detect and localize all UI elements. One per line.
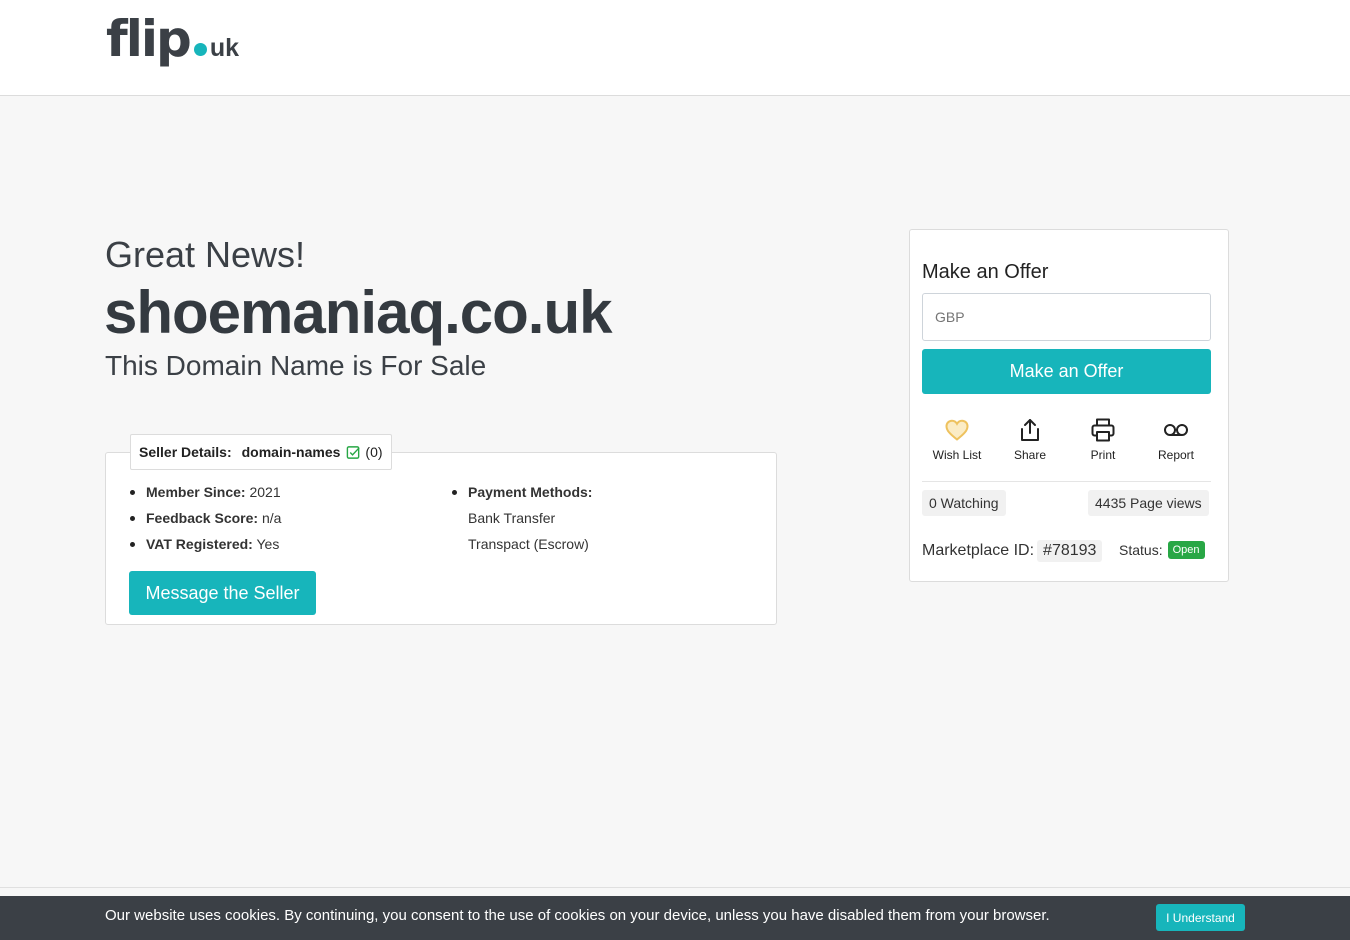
seller-details-tab: Seller Details: domain-names (0) — [130, 434, 392, 470]
fact-key: Feedback Score: — [146, 510, 259, 526]
wish-list-button[interactable]: Wish List — [922, 416, 992, 462]
fact-value: Yes — [256, 536, 280, 552]
payment-method: Bank Transfer — [468, 510, 556, 526]
heart-icon — [922, 416, 992, 444]
seller-name[interactable]: domain-names — [242, 444, 341, 460]
accept-cookies-button[interactable]: I Understand — [1156, 904, 1245, 931]
marketplace-id-row: Marketplace ID: #78193 — [922, 540, 1103, 562]
make-offer-button[interactable]: Make an Offer — [922, 349, 1211, 394]
footer-divider — [0, 887, 1350, 888]
logo-tld: uk — [209, 34, 240, 62]
action-label: Report — [1157, 448, 1195, 462]
status-label: Status: — [1119, 542, 1163, 558]
print-button[interactable]: Print — [1068, 416, 1138, 462]
offer-amount-input[interactable] — [922, 293, 1211, 341]
seller-facts-list: Member Since: 2021 Feedback Score: n/a V… — [129, 479, 281, 557]
flip-logo[interactable]: flip uk — [106, 14, 239, 64]
fact-key: VAT Registered: — [146, 536, 253, 552]
payment-method: Transpact (Escrow) — [468, 536, 589, 552]
cookie-message: Our website uses cookies. By continuing,… — [105, 907, 1050, 924]
action-label: Share — [1013, 448, 1047, 462]
hero-kicker: Great News! — [105, 234, 306, 275]
page-views-count: 4435 Page views — [1088, 490, 1209, 516]
voicemail-icon — [1141, 416, 1211, 444]
list-item: Feedback Score: n/a — [129, 505, 281, 531]
action-label: Wish List — [932, 448, 982, 462]
fact-value: 2021 — [249, 484, 281, 500]
marketplace-label: Marketplace ID: — [922, 542, 1035, 559]
seller-details-label: Seller Details: — [139, 444, 232, 460]
fact-value: n/a — [261, 510, 282, 526]
report-button[interactable]: Report — [1141, 416, 1211, 462]
offer-divider — [922, 481, 1211, 482]
check-square-icon — [346, 445, 361, 460]
domain-title: shoemaniaq.co.uk — [104, 279, 612, 346]
list-item: Transpact (Escrow) — [451, 531, 592, 557]
marketplace-id: #78193 — [1037, 540, 1103, 562]
list-item: Payment Methods: — [451, 479, 592, 505]
share-button[interactable]: Share — [995, 416, 1065, 462]
list-item: Bank Transfer — [451, 505, 592, 531]
logo-dot-icon — [193, 43, 207, 56]
make-offer-title: Make an Offer — [922, 261, 1049, 283]
watching-count: 0 Watching — [922, 490, 1006, 516]
message-seller-button[interactable]: Message the Seller — [129, 571, 316, 615]
logo-wordmark: flip — [106, 10, 192, 68]
payment-methods-list: Payment Methods: Bank Transfer Transpact… — [451, 479, 592, 557]
status-badge: Open — [1167, 541, 1205, 559]
printer-icon — [1068, 416, 1138, 444]
seller-rating: (0) — [365, 444, 383, 460]
status-row: Status: Open — [1119, 541, 1205, 559]
fact-key: Member Since: — [146, 484, 246, 500]
for-sale-subtitle: This Domain Name is For Sale — [105, 350, 487, 381]
site-header: flip uk — [0, 0, 1350, 96]
list-item: VAT Registered: Yes — [129, 531, 281, 557]
payment-methods-label: Payment Methods: — [468, 484, 593, 500]
share-icon — [995, 416, 1065, 444]
action-label: Print — [1090, 448, 1116, 462]
list-item: Member Since: 2021 — [129, 479, 281, 505]
